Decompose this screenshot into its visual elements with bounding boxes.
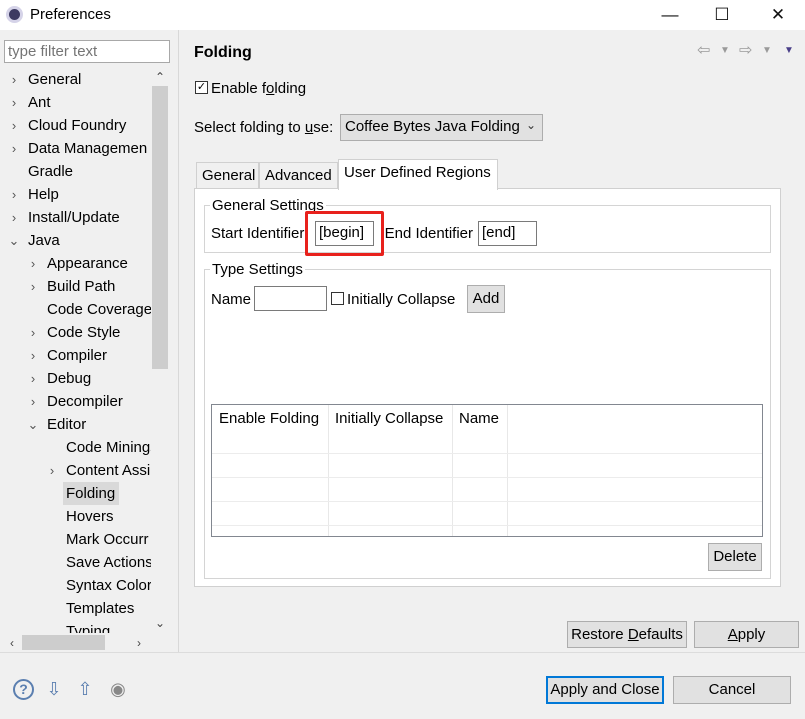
- restore-defaults-button[interactable]: Restore Defaults: [567, 621, 687, 648]
- filter-input[interactable]: [4, 40, 170, 63]
- tree-item-cloud-foundry[interactable]: Cloud Foundry: [28, 114, 126, 137]
- chevron-down-icon: ⌄: [525, 118, 536, 132]
- chevron-right-icon[interactable]: ›: [27, 390, 39, 413]
- apply-and-close-button[interactable]: Apply and Close: [546, 676, 664, 704]
- scroll-left-arrow-icon[interactable]: ‹: [3, 634, 21, 652]
- chevron-right-icon[interactable]: ›: [27, 321, 39, 344]
- column-header-initially-collapse[interactable]: Initially Collapse: [328, 405, 452, 435]
- chevron-right-icon[interactable]: ›: [27, 367, 39, 390]
- tree-item-content-assi[interactable]: Content Assi: [66, 459, 150, 482]
- pane-divider[interactable]: [178, 30, 179, 652]
- tree-item-java[interactable]: Java: [28, 229, 60, 252]
- chevron-right-icon[interactable]: ›: [27, 344, 39, 367]
- scroll-up-arrow-icon[interactable]: ⌃: [151, 68, 169, 86]
- select-folding-label: Select folding to use:: [194, 119, 334, 136]
- forward-dropdown-icon[interactable]: ▼: [762, 45, 772, 56]
- scroll-right-arrow-icon[interactable]: ›: [130, 634, 148, 652]
- table-row: [212, 453, 762, 454]
- scroll-corner: [151, 633, 169, 651]
- tree-item-decompiler[interactable]: Decompiler: [47, 390, 123, 413]
- name-label: Name: [211, 291, 252, 308]
- page-title: Folding: [194, 44, 252, 61]
- delete-button[interactable]: Delete: [708, 543, 762, 571]
- chevron-right-icon[interactable]: ›: [8, 91, 20, 114]
- tree-item-syntax-color[interactable]: Syntax Color: [66, 574, 151, 597]
- tab-general[interactable]: General: [196, 162, 259, 189]
- column-header-name[interactable]: Name: [452, 405, 507, 435]
- tree-item-typing[interactable]: Typing: [66, 620, 110, 633]
- app-icon: [6, 6, 23, 23]
- add-button[interactable]: Add: [467, 285, 505, 313]
- view-menu-icon[interactable]: ▼: [784, 45, 794, 56]
- apply-button[interactable]: Apply: [694, 621, 799, 648]
- tree-item-code-coverage[interactable]: Code Coverage: [47, 298, 151, 321]
- tree-item-general[interactable]: General: [28, 68, 81, 91]
- tree-item-compiler[interactable]: Compiler: [47, 344, 107, 367]
- chevron-right-icon[interactable]: ›: [8, 114, 20, 137]
- tree-item-ant[interactable]: Ant: [28, 91, 51, 114]
- chevron-right-icon[interactable]: ›: [8, 68, 20, 91]
- tree-item-build-path[interactable]: Build Path: [47, 275, 115, 298]
- column-separator: [507, 405, 508, 536]
- tree-item-appearance[interactable]: Appearance: [47, 252, 128, 275]
- back-arrow-icon[interactable]: ⇦: [697, 40, 710, 60]
- chevron-right-icon[interactable]: ›: [8, 206, 20, 229]
- back-dropdown-icon[interactable]: ▼: [720, 45, 730, 56]
- window-title: Preferences: [30, 6, 111, 23]
- tree-item-install-update[interactable]: Install/Update: [28, 206, 120, 229]
- tree-item-hovers[interactable]: Hovers: [66, 505, 114, 528]
- column-header-enable-folding[interactable]: Enable Folding: [212, 405, 328, 435]
- chevron-down-icon[interactable]: ⌄: [8, 229, 20, 252]
- tree-hscroll-thumb[interactable]: [22, 635, 105, 650]
- tree-item-save-actions[interactable]: Save Actions: [66, 551, 151, 574]
- tree-item-templates[interactable]: Templates: [66, 597, 134, 620]
- chevron-right-icon[interactable]: ›: [8, 183, 20, 206]
- chevron-right-icon[interactable]: ›: [27, 275, 39, 298]
- tree-item-data-managemen[interactable]: Data Managemen: [28, 137, 147, 160]
- table-row: [212, 501, 762, 502]
- chevron-right-icon[interactable]: ›: [27, 252, 39, 275]
- tab-advanced[interactable]: Advanced: [259, 162, 338, 189]
- type-settings-title: Type Settings: [210, 261, 305, 278]
- tree-item-debug[interactable]: Debug: [47, 367, 91, 390]
- minimize-button[interactable]: —: [650, 3, 690, 27]
- highlight-box: [305, 211, 384, 256]
- chevron-down-icon[interactable]: ⌄: [27, 413, 39, 436]
- import-icon[interactable]: ⇩: [43, 679, 65, 699]
- close-button[interactable]: ✕: [758, 3, 798, 27]
- tree-item-code-style[interactable]: Code Style: [47, 321, 120, 344]
- tree-scroll-thumb[interactable]: [152, 86, 168, 369]
- end-identifier-label: End Identifier:: [381, 225, 473, 242]
- start-identifier-label: Start Identifier:: [211, 225, 309, 242]
- initially-collapse-checkbox[interactable]: [331, 292, 344, 305]
- folding-provider-value: Coffee Bytes Java Folding: [345, 118, 520, 135]
- table-row: [212, 525, 762, 526]
- tab-user-defined-regions[interactable]: User Defined Regions: [338, 159, 498, 190]
- tree-item-gradle[interactable]: Gradle: [28, 160, 73, 183]
- forward-arrow-icon[interactable]: ⇨: [739, 40, 752, 60]
- tree-item-folding[interactable]: Folding: [63, 482, 120, 505]
- enable-folding-label[interactable]: Enable folding: [211, 80, 306, 97]
- export-icon[interactable]: ⇧: [74, 679, 96, 699]
- tree-item-help[interactable]: Help: [28, 183, 59, 206]
- tree-item-code-minings[interactable]: Code Minings: [66, 436, 151, 459]
- table-row: [212, 477, 762, 478]
- chevron-right-icon[interactable]: ›: [8, 137, 20, 160]
- maximize-button[interactable]: ☐: [702, 3, 742, 27]
- help-icon[interactable]: ?: [13, 679, 34, 700]
- tree-item-editor[interactable]: Editor: [47, 413, 86, 436]
- record-icon[interactable]: ◉: [107, 679, 129, 699]
- preference-tree: › General › Ant › Cloud Foundry › Data Manageme…: [0, 67, 151, 633]
- initially-collapse-label[interactable]: Initially Collapse: [347, 291, 455, 308]
- enable-folding-checkbox[interactable]: ✓: [195, 81, 208, 94]
- folding-provider-select[interactable]: Coffee Bytes Java Folding ⌄: [340, 114, 543, 141]
- regions-table[interactable]: Enable Folding Initially Collapse Name: [211, 404, 763, 537]
- scroll-down-arrow-icon[interactable]: ⌄: [151, 614, 169, 632]
- chevron-right-icon[interactable]: ›: [46, 459, 58, 482]
- name-input[interactable]: [254, 286, 327, 311]
- tree-item-mark-occurr[interactable]: Mark Occurr: [66, 528, 149, 551]
- cancel-button[interactable]: Cancel: [673, 676, 791, 704]
- end-identifier-input[interactable]: [end]: [478, 221, 537, 246]
